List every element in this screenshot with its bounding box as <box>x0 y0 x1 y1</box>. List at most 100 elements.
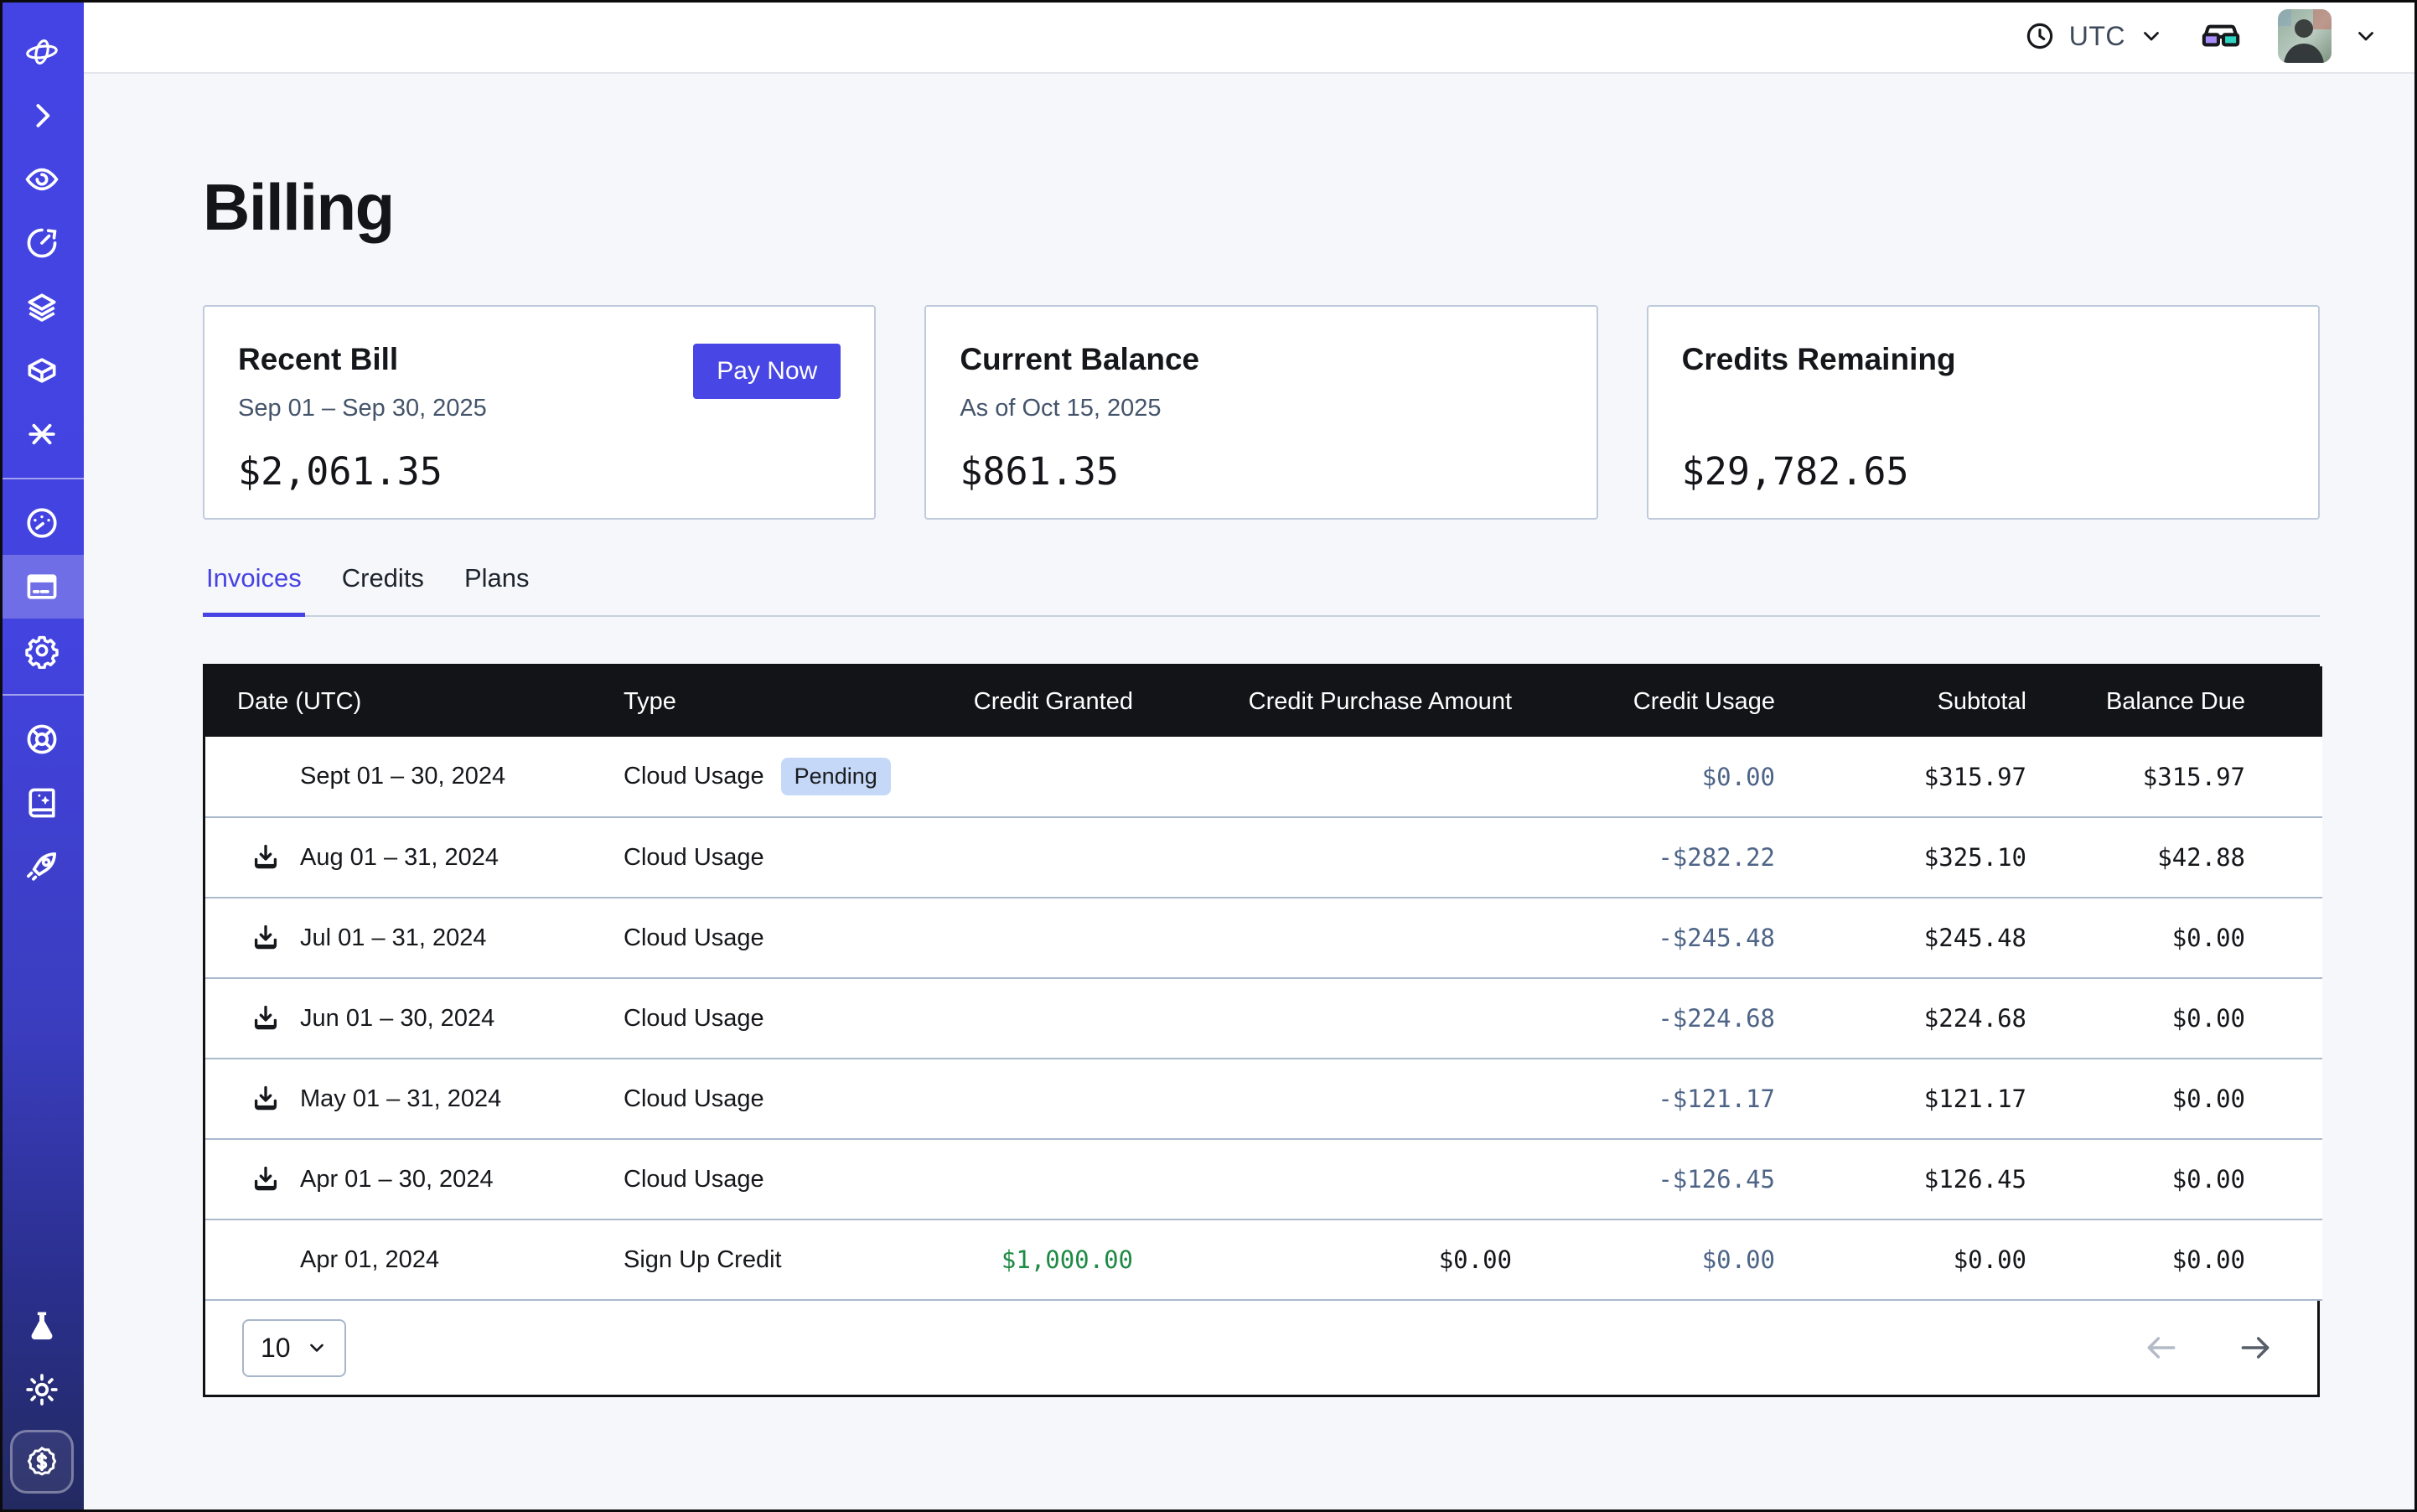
credit-purchase-cell: $0.00 <box>1134 1219 1513 1300</box>
asterisk-icon[interactable] <box>0 402 84 466</box>
page-title: Billing <box>203 171 2320 243</box>
page-size-value: 10 <box>261 1333 291 1364</box>
arrow-left-icon <box>2143 1329 2180 1366</box>
invoice-period: Aug 01 – 31, 2024 <box>300 844 499 872</box>
tab-label: Plans <box>464 563 530 593</box>
chevron-down-icon <box>306 1337 328 1359</box>
balance-due-cell: $0.00 <box>2027 898 2322 978</box>
credit-granted-cell <box>908 1139 1134 1219</box>
table-header-row: Date (UTC)TypeCredit GrantedCredit Purch… <box>205 666 2322 737</box>
credit-usage-cell: -$245.48 <box>1513 898 1776 978</box>
credit-usage-cell: -$282.22 <box>1513 817 1776 898</box>
layers-icon[interactable] <box>0 275 84 339</box>
invoice-row: Aug 01 – 31, 2024 Cloud Usage -$282.22 $… <box>205 817 2322 898</box>
current-balance-card: Current Balance As of Oct 15, 2025 $861.… <box>924 305 1597 520</box>
invoice-row: Jul 01 – 31, 2024 Cloud Usage -$245.48 $… <box>205 898 2322 978</box>
life-buoy-icon[interactable] <box>0 707 84 771</box>
date-cell: Jul 01 – 31, 2024 <box>205 898 623 978</box>
dollar-coin-icon[interactable] <box>10 1430 74 1494</box>
card-subtitle <box>1682 394 2285 422</box>
tab-label: Credits <box>342 563 424 593</box>
pay-now-button[interactable]: Pay Now <box>693 344 841 399</box>
tab-label: Invoices <box>206 563 302 593</box>
sidebar-divider <box>0 478 84 479</box>
avatar[interactable] <box>2278 9 2332 63</box>
invoice-type: Cloud Usage <box>624 1005 764 1033</box>
tab-plans[interactable]: Plans <box>461 563 533 615</box>
subtotal-cell: $121.17 <box>1776 1059 2027 1139</box>
subtotal-cell: $325.10 <box>1776 817 2027 898</box>
chevron-down-icon <box>2139 23 2164 49</box>
invoice-row: Apr 01 – 30, 2024 Cloud Usage -$126.45 $… <box>205 1139 2322 1219</box>
date-cell: Aug 01 – 31, 2024 <box>205 817 623 898</box>
credit-purchase-cell <box>1134 1059 1513 1139</box>
planet-logo-icon[interactable] <box>0 20 84 84</box>
date-cell: Jun 01 – 30, 2024 <box>205 978 623 1059</box>
balance-due-cell: $0.00 <box>2027 1059 2322 1139</box>
credit-usage-cell: -$126.45 <box>1513 1139 1776 1219</box>
subtotal-cell: $126.45 <box>1776 1139 2027 1219</box>
tab-credits[interactable]: Credits <box>339 563 427 615</box>
download-invoice-button[interactable] <box>250 841 282 873</box>
next-page-button[interactable] <box>2237 1329 2274 1366</box>
credits-remaining-amount: $29,782.65 <box>1682 449 2285 494</box>
credit-usage-cell: -$224.68 <box>1513 978 1776 1059</box>
download-invoice-button[interactable] <box>250 1163 282 1195</box>
credit-purchase-cell <box>1134 898 1513 978</box>
table-pagination: 10 <box>205 1301 2317 1395</box>
invoice-type: Sign Up Credit <box>624 1246 782 1274</box>
invoice-period: Apr 01, 2024 <box>300 1246 439 1274</box>
cube-icon[interactable] <box>0 339 84 402</box>
chevron-down-icon[interactable] <box>2353 23 2378 49</box>
page-size-select[interactable]: 10 <box>242 1319 346 1377</box>
download-icon <box>250 1083 282 1115</box>
3d-glasses-button[interactable] <box>2199 14 2243 58</box>
gauge-icon[interactable] <box>0 491 84 555</box>
status-badge: Pending <box>781 758 891 795</box>
download-icon <box>250 1163 282 1195</box>
timezone-label: UTC <box>2069 21 2125 52</box>
balance-due-cell: $0.00 <box>2027 1139 2322 1219</box>
date-cell: May 01 – 31, 2024 <box>205 1059 623 1139</box>
book-sparkle-icon[interactable] <box>0 771 84 835</box>
timezone-selector[interactable]: UTC <box>2024 20 2164 52</box>
invoice-type: Cloud Usage <box>624 924 764 952</box>
credit-granted-cell <box>908 737 1134 817</box>
credit-granted-cell <box>908 898 1134 978</box>
previous-page-button[interactable] <box>2143 1329 2180 1366</box>
invoices-table: Date (UTC)TypeCredit GrantedCredit Purch… <box>203 664 2320 1397</box>
billing-card-icon[interactable] <box>0 555 84 619</box>
invoice-period: Jul 01 – 31, 2024 <box>300 924 487 952</box>
settings-gear-icon[interactable] <box>0 619 84 682</box>
invoice-type: Cloud Usage <box>624 763 764 790</box>
type-cell: Cloud Usage <box>623 1139 908 1219</box>
invoice-row: Jun 01 – 30, 2024 Cloud Usage -$224.68 $… <box>205 978 2322 1059</box>
column-header: Credit Granted <box>908 666 1134 737</box>
download-icon <box>250 1002 282 1034</box>
sidebar-divider <box>0 694 84 696</box>
timer-icon[interactable] <box>0 211 84 275</box>
chevron-right-icon[interactable] <box>0 84 84 148</box>
user-menu[interactable] <box>2278 9 2378 63</box>
recent-bill-card: Recent Bill Sep 01 – Sep 30, 2025 $2,061… <box>203 305 876 520</box>
flask-icon[interactable] <box>0 1294 84 1358</box>
credit-purchase-cell <box>1134 817 1513 898</box>
download-invoice-button[interactable] <box>250 1002 282 1034</box>
download-icon <box>250 922 282 954</box>
topbar: UTC <box>84 0 2417 74</box>
download-icon <box>250 841 282 873</box>
download-invoice-button[interactable] <box>250 922 282 954</box>
credit-granted-cell <box>908 978 1134 1059</box>
sun-icon[interactable] <box>0 1358 84 1421</box>
balance-due-cell: $0.00 <box>2027 978 2322 1059</box>
column-header: Type <box>623 666 908 737</box>
type-cell: Cloud Usage <box>623 978 908 1059</box>
download-invoice-button[interactable] <box>250 1083 282 1115</box>
rocket-icon[interactable] <box>0 835 84 898</box>
tab-invoices[interactable]: Invoices <box>203 563 305 615</box>
balance-due-cell: $315.97 <box>2027 737 2322 817</box>
card-title: Credits Remaining <box>1682 342 2285 377</box>
orbit-eye-icon[interactable] <box>0 148 84 211</box>
balance-due-cell: $42.88 <box>2027 817 2322 898</box>
credit-usage-cell: -$121.17 <box>1513 1059 1776 1139</box>
